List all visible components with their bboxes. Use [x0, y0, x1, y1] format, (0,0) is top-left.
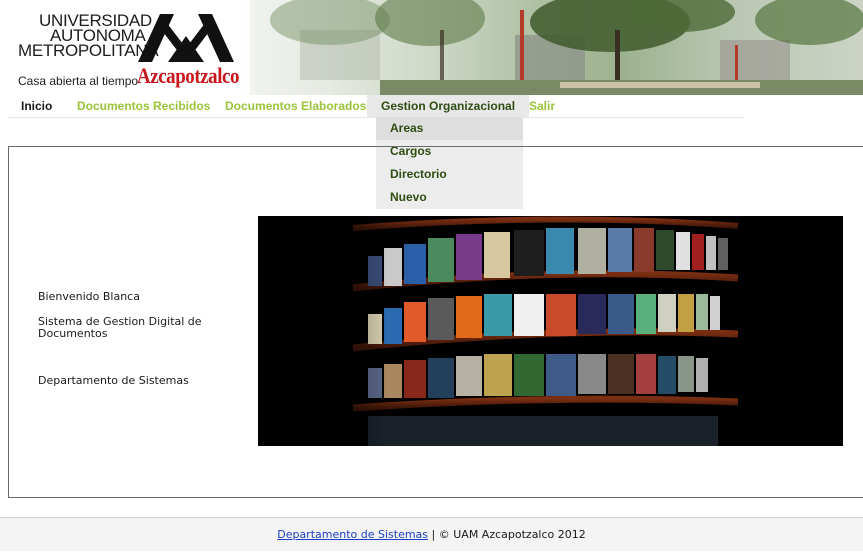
menu-documentos-elaborados[interactable]: Documentos Elaborados	[225, 95, 366, 117]
bookshelf-image	[258, 216, 843, 446]
logo-campus: Azcapotzalco	[137, 63, 240, 88]
uam-logo-mark-icon	[138, 14, 234, 62]
footer: Departamento de Sistemas | © UAM Azcapot…	[0, 517, 863, 551]
footer-department-link[interactable]: Departamento de Sistemas	[277, 528, 428, 541]
bookshelf-photo-icon	[258, 216, 739, 446]
gestion-dropdown: Areas Cargos Directorio Nuevo	[376, 117, 523, 209]
dropdown-nuevo[interactable]: Nuevo	[376, 186, 523, 209]
dropdown-areas[interactable]: Areas	[376, 117, 523, 140]
uam-logo: UNIVERSIDAD AUTONOMA METROPOLITANA Casa …	[14, 8, 244, 90]
content-frame-left	[8, 146, 9, 497]
dropdown-directorio[interactable]: Directorio	[376, 163, 523, 186]
department-text: Departamento de Sistemas	[38, 374, 189, 387]
dropdown-cargos[interactable]: Cargos	[376, 140, 523, 163]
content-frame-bottom	[8, 497, 863, 498]
footer-copyright: | © UAM Azcapotzalco 2012	[428, 528, 586, 541]
header-banner: UNIVERSIDAD AUTONOMA METROPOLITANA Casa …	[0, 0, 863, 95]
menu-inicio[interactable]: Inicio	[21, 95, 52, 117]
menu-gestion-organizacional[interactable]: Gestion Organizacional	[367, 95, 530, 117]
logo-tagline: Casa abierta al tiempo	[18, 74, 139, 88]
system-name-text: Sistema de Gestion Digital de Documentos	[38, 315, 202, 340]
menu-documentos-recibidos[interactable]: Documentos Recibidos	[77, 95, 210, 117]
main-menu: Inicio Documentos Recibidos Documentos E…	[8, 95, 744, 118]
menu-salir[interactable]: Salir	[529, 95, 555, 117]
content-frame-top	[8, 146, 863, 147]
welcome-text: Bienvenido Blanca	[38, 290, 140, 303]
